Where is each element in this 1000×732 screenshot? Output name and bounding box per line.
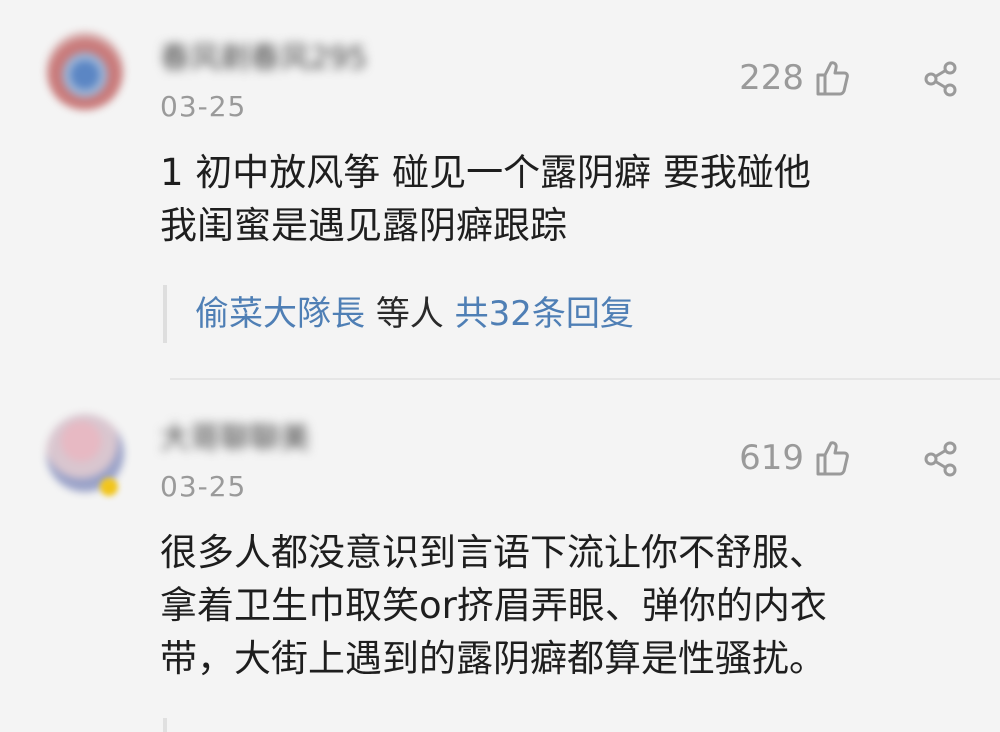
reply-count-link[interactable]: 共32条回复 (455, 294, 634, 334)
avatar-badge (100, 478, 118, 496)
avatar[interactable] (46, 32, 124, 110)
like-button[interactable]: 619 (739, 438, 850, 478)
thumbs-up-icon (814, 59, 850, 97)
comment-date: 03-25 (160, 90, 247, 123)
comment-divider (170, 378, 1000, 380)
comment-date: 03-25 (160, 470, 247, 503)
reply-indicator-line (163, 718, 167, 732)
like-button[interactable]: 228 (739, 58, 850, 98)
comment-text: 1 初中放风筝 碰见一个露阴癖 要我碰他 我闺蜜是遇见露阴癖跟踪 (160, 151, 811, 247)
share-icon[interactable] (922, 60, 960, 98)
share-icon[interactable] (922, 440, 960, 478)
reply-etc-label: 等人 (375, 294, 444, 334)
username[interactable]: 春风剃春风295 (160, 40, 367, 78)
thumbs-up-icon (814, 439, 850, 477)
comment-text: 很多人都没意识到言语下流让你不舒服、 拿着卫生巾取笑or挤眉弄眼、弹你的内衣 带… (160, 531, 827, 680)
replies-preview[interactable]: 偷菜大隊長 等人 共32条回复 (163, 285, 634, 343)
like-count: 228 (739, 58, 804, 98)
reply-username-link[interactable]: 偷菜大隊長 (195, 294, 365, 334)
like-count: 619 (739, 438, 804, 478)
username[interactable]: 大哥聊聊美 (160, 420, 310, 458)
